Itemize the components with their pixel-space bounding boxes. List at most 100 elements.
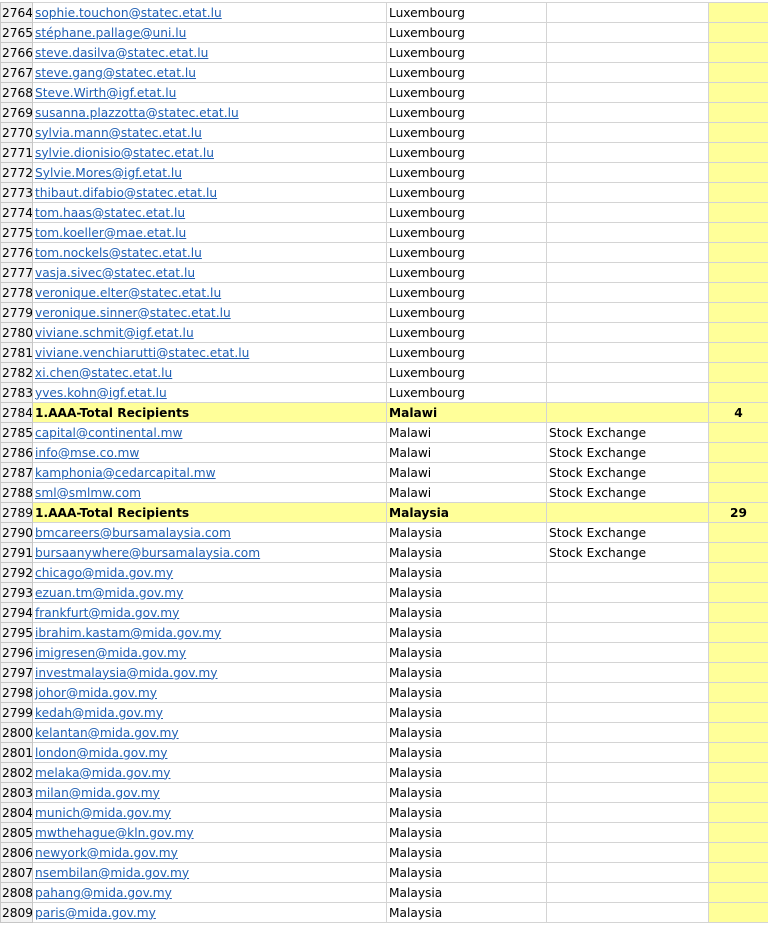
country-cell[interactable]: Luxembourg <box>386 62 547 83</box>
country-cell[interactable]: Malaysia <box>386 662 547 683</box>
country-cell[interactable]: Luxembourg <box>386 162 547 183</box>
row-header[interactable]: 2777 <box>0 262 33 283</box>
email-cell[interactable]: kelantan@mida.gov.my <box>32 722 387 743</box>
email-cell[interactable]: veronique.elter@statec.etat.lu <box>32 282 387 303</box>
row-header[interactable]: 2805 <box>0 822 33 843</box>
email-link[interactable]: tom.nockels@statec.etat.lu <box>35 246 202 260</box>
country-cell[interactable]: Malaysia <box>386 582 547 603</box>
country-cell[interactable]: Luxembourg <box>386 202 547 223</box>
email-cell[interactable]: sml@smlmw.com <box>32 482 387 503</box>
email-cell[interactable]: susanna.plazzotta@statec.etat.lu <box>32 102 387 123</box>
row-header[interactable]: 2767 <box>0 62 33 83</box>
type-cell[interactable] <box>546 222 709 243</box>
row-header[interactable]: 2801 <box>0 742 33 763</box>
email-link[interactable]: tom.haas@statec.etat.lu <box>35 206 185 220</box>
email-cell[interactable]: sylvie.dionisio@statec.etat.lu <box>32 142 387 163</box>
email-link[interactable]: investmalaysia@mida.gov.my <box>35 666 218 680</box>
type-cell[interactable] <box>546 262 709 283</box>
email-cell[interactable]: vasja.sivec@statec.etat.lu <box>32 262 387 283</box>
row-header[interactable]: 2796 <box>0 642 33 663</box>
row-header[interactable]: 2782 <box>0 362 33 383</box>
row-header[interactable]: 2780 <box>0 322 33 343</box>
email-cell[interactable]: investmalaysia@mida.gov.my <box>32 662 387 683</box>
email-link[interactable]: ezuan.tm@mida.gov.my <box>35 586 183 600</box>
type-cell[interactable] <box>546 622 709 643</box>
country-cell[interactable]: Malawi <box>386 482 547 503</box>
count-cell[interactable] <box>708 862 768 883</box>
count-cell[interactable]: 4 <box>708 402 768 423</box>
country-cell[interactable]: Luxembourg <box>386 222 547 243</box>
type-cell[interactable] <box>546 242 709 263</box>
email-cell[interactable]: stéphane.pallage@uni.lu <box>32 22 387 43</box>
type-cell[interactable] <box>546 702 709 723</box>
country-cell[interactable]: Malaysia <box>386 502 547 523</box>
type-cell[interactable] <box>546 682 709 703</box>
email-cell[interactable]: newyork@mida.gov.my <box>32 842 387 863</box>
email-link[interactable]: Steve.Wirth@igf.etat.lu <box>35 86 176 100</box>
type-cell[interactable]: Stock Exchange <box>546 442 709 463</box>
row-header[interactable]: 2783 <box>0 382 33 403</box>
count-cell[interactable] <box>708 322 768 343</box>
email-link[interactable]: viviane.venchiarutti@statec.etat.lu <box>35 346 249 360</box>
email-link[interactable]: kedah@mida.gov.my <box>35 706 163 720</box>
country-cell[interactable]: Luxembourg <box>386 282 547 303</box>
type-cell[interactable] <box>546 862 709 883</box>
country-cell[interactable]: Malaysia <box>386 722 547 743</box>
row-header[interactable]: 2772 <box>0 162 33 183</box>
email-cell[interactable]: viviane.schmit@igf.etat.lu <box>32 322 387 343</box>
count-cell[interactable] <box>708 562 768 583</box>
country-cell[interactable]: Malaysia <box>386 782 547 803</box>
count-cell[interactable] <box>708 542 768 563</box>
email-cell[interactable]: sophie.touchon@statec.etat.lu <box>32 2 387 23</box>
row-header[interactable]: 2770 <box>0 122 33 143</box>
type-cell[interactable] <box>546 322 709 343</box>
email-cell[interactable]: mwthehague@kln.gov.my <box>32 822 387 843</box>
count-cell[interactable] <box>708 122 768 143</box>
type-cell[interactable] <box>546 162 709 183</box>
email-link[interactable]: xi.chen@statec.etat.lu <box>35 366 172 380</box>
email-link[interactable]: chicago@mida.gov.my <box>35 566 173 580</box>
total-label-cell[interactable]: 1.AAA-Total Recipients <box>32 502 387 523</box>
type-cell[interactable] <box>546 22 709 43</box>
count-cell[interactable] <box>708 362 768 383</box>
email-cell[interactable]: tom.koeller@mae.etat.lu <box>32 222 387 243</box>
email-link[interactable]: stéphane.pallage@uni.lu <box>35 26 186 40</box>
count-cell[interactable]: 29 <box>708 502 768 523</box>
country-cell[interactable]: Malaysia <box>386 522 547 543</box>
count-cell[interactable] <box>708 742 768 763</box>
email-cell[interactable]: Sylvie.Mores@igf.etat.lu <box>32 162 387 183</box>
email-link[interactable]: kamphonia@cedarcapital.mw <box>35 466 216 480</box>
email-link[interactable]: sophie.touchon@statec.etat.lu <box>35 6 222 20</box>
email-link[interactable]: steve.dasilva@statec.etat.lu <box>35 46 208 60</box>
type-cell[interactable] <box>546 102 709 123</box>
email-link[interactable]: johor@mida.gov.my <box>35 686 157 700</box>
count-cell[interactable] <box>708 42 768 63</box>
country-cell[interactable]: Luxembourg <box>386 42 547 63</box>
type-cell[interactable] <box>546 62 709 83</box>
count-cell[interactable] <box>708 202 768 223</box>
country-cell[interactable]: Malawi <box>386 462 547 483</box>
row-header[interactable]: 2800 <box>0 722 33 743</box>
row-header[interactable]: 2769 <box>0 102 33 123</box>
type-cell[interactable] <box>546 902 709 923</box>
row-header[interactable]: 2791 <box>0 542 33 563</box>
row-header[interactable]: 2794 <box>0 602 33 623</box>
email-link[interactable]: ibrahim.kastam@mida.gov.my <box>35 626 221 640</box>
email-link[interactable]: nsembilan@mida.gov.my <box>35 866 189 880</box>
country-cell[interactable]: Malawi <box>386 422 547 443</box>
email-link[interactable]: veronique.elter@statec.etat.lu <box>35 286 221 300</box>
count-cell[interactable] <box>708 682 768 703</box>
email-link[interactable]: thibaut.difabio@statec.etat.lu <box>35 186 217 200</box>
type-cell[interactable] <box>546 342 709 363</box>
email-cell[interactable]: kamphonia@cedarcapital.mw <box>32 462 387 483</box>
count-cell[interactable] <box>708 722 768 743</box>
count-cell[interactable] <box>708 142 768 163</box>
country-cell[interactable]: Luxembourg <box>386 362 547 383</box>
count-cell[interactable] <box>708 342 768 363</box>
type-cell[interactable] <box>546 362 709 383</box>
email-link[interactable]: imigresen@mida.gov.my <box>35 646 186 660</box>
email-cell[interactable]: info@mse.co.mw <box>32 442 387 463</box>
type-cell[interactable] <box>546 762 709 783</box>
row-header[interactable]: 2790 <box>0 522 33 543</box>
type-cell[interactable] <box>546 202 709 223</box>
